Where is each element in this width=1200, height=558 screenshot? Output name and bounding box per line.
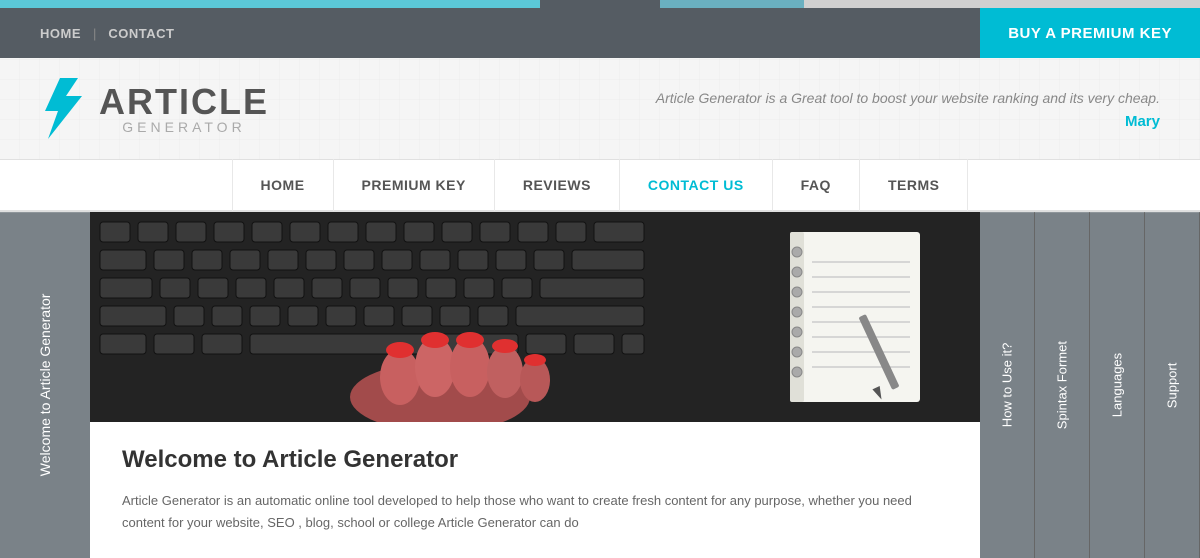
logo-text: ARTICLE GENERATOR bbox=[99, 84, 269, 134]
main-content: Welcome to Article Generator Article Gen… bbox=[90, 212, 980, 558]
keyboard-background bbox=[90, 212, 980, 422]
languages-tab[interactable]: Languages bbox=[1090, 212, 1145, 558]
logo-icon bbox=[40, 76, 95, 141]
spintax-tab[interactable]: Spintax Formet bbox=[1035, 212, 1090, 558]
nav-home[interactable]: HOME bbox=[232, 159, 334, 211]
progress-segment-2 bbox=[540, 0, 660, 8]
right-sidebar: How to Use it? Spintax Formet Languages … bbox=[980, 212, 1200, 558]
nav-terms[interactable]: TERMS bbox=[860, 159, 969, 211]
keyboard-svg bbox=[90, 212, 980, 422]
top-nav-home[interactable]: HOME bbox=[40, 26, 81, 41]
progress-segment-3 bbox=[660, 0, 804, 8]
nav-faq[interactable]: FAQ bbox=[773, 159, 860, 211]
header-right: Article Generator is a Great tool to boo… bbox=[656, 87, 1160, 130]
progress-segment-1 bbox=[0, 0, 540, 8]
nav-premium-key[interactable]: PREMIUM KEY bbox=[334, 159, 495, 211]
left-sidebar-label: Welcome to Article Generator bbox=[0, 212, 90, 558]
top-nav: HOME | CONTACT BUY A PREMIUM KEY bbox=[0, 8, 1200, 58]
top-nav-links: HOME | CONTACT bbox=[0, 26, 174, 41]
progress-segment-rest bbox=[804, 0, 1200, 8]
progress-bar bbox=[0, 0, 1200, 8]
header-tagline: Article Generator is a Great tool to boo… bbox=[656, 90, 1160, 106]
buy-premium-button[interactable]: BUY A PREMIUM KEY bbox=[980, 8, 1200, 58]
logo-article-text: ARTICLE bbox=[99, 84, 269, 120]
nav-reviews[interactable]: REVIEWS bbox=[495, 159, 620, 211]
how-to-use-tab[interactable]: How to Use it? bbox=[980, 212, 1035, 558]
article-body: Article Generator is an automatic online… bbox=[122, 490, 948, 534]
hero-image bbox=[90, 212, 980, 422]
header: ARTICLE GENERATOR Article Generator is a… bbox=[0, 58, 1200, 160]
content-area: Welcome to Article Generator bbox=[0, 212, 1200, 558]
top-nav-contact[interactable]: CONTACT bbox=[108, 26, 174, 41]
top-nav-divider: | bbox=[93, 26, 96, 41]
article-title: Welcome to Article Generator bbox=[122, 446, 948, 474]
logo-area: ARTICLE GENERATOR bbox=[40, 76, 269, 141]
support-tab[interactable]: Support bbox=[1145, 212, 1200, 558]
main-nav: HOME PREMIUM KEY REVIEWS CONTACT US FAQ … bbox=[0, 160, 1200, 212]
article-content: Welcome to Article Generator Article Gen… bbox=[90, 422, 980, 558]
header-username: Mary bbox=[656, 113, 1160, 130]
nav-contact-us[interactable]: CONTACT US bbox=[620, 159, 773, 211]
logo-generator-text: GENERATOR bbox=[99, 120, 269, 134]
